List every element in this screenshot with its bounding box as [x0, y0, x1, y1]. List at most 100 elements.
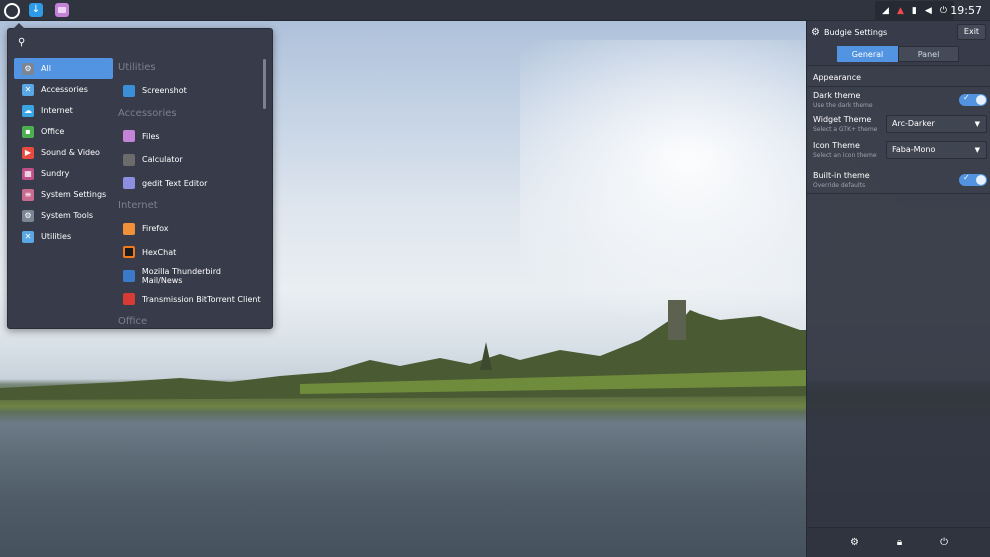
category-label: Utilities	[41, 232, 72, 241]
divider	[807, 86, 990, 87]
application-menu: ⚲ ⚙ All ✕ Accessories ☁ Internet ▪ Offic…	[7, 23, 273, 329]
icon-theme-row: Icon Theme Select an icon theme Faba-Mon…	[813, 141, 987, 159]
section-appearance: Appearance	[813, 73, 862, 82]
app-screenshot[interactable]: Screenshot	[118, 79, 263, 103]
battery-icon[interactable]: ▮	[912, 6, 917, 16]
app-label: HexChat	[142, 247, 177, 257]
system-tray: ◢ ▲ ▮ ◀ ⏻	[875, 1, 954, 20]
power-icon[interactable]: ⏻	[940, 6, 947, 16]
app-hexchat[interactable]: HexChat	[118, 241, 263, 265]
gear-icon[interactable]: ⚙	[850, 537, 859, 548]
gear-icon: ⚙	[22, 62, 34, 75]
mail-icon	[123, 269, 135, 282]
app-label: gedit Text Editor	[142, 178, 208, 188]
menu-button[interactable]	[4, 3, 20, 19]
app-label: Screenshot	[142, 86, 187, 96]
icon-theme-select[interactable]: Faba-Mono ▼	[886, 141, 987, 159]
play-icon: ▶	[22, 146, 34, 159]
text-editor-icon	[123, 177, 135, 190]
firefox-icon	[123, 222, 135, 235]
category-label: Accessories	[41, 85, 88, 94]
group-header-accessories: Accessories	[118, 107, 177, 119]
category-label: All	[41, 64, 51, 73]
search-icon: ⚲	[18, 37, 26, 48]
calculator-icon	[123, 153, 135, 166]
app-thunderbird[interactable]: Mozilla Thunderbird Mail/News	[118, 264, 263, 288]
group-header-office: Office	[118, 316, 148, 327]
app-label: Firefox	[142, 224, 169, 234]
grid-icon: ▦	[22, 167, 34, 180]
accessories-icon: ✕	[22, 83, 34, 96]
icon-theme-value: Faba-Mono	[892, 145, 936, 154]
category-label: Sound & Video	[41, 148, 100, 157]
camera-icon	[123, 84, 135, 97]
files-icon[interactable]	[55, 3, 69, 17]
category-system-tools[interactable]: ⚙ System Tools	[14, 205, 113, 226]
category-list: ⚙ All ✕ Accessories ☁ Internet ▪ Office …	[14, 58, 113, 247]
category-utilities[interactable]: ✕ Utilities	[14, 226, 113, 247]
settings-footer: ⚙ 🔒︎ ⏻	[807, 527, 990, 557]
group-header-internet: Internet	[118, 200, 158, 211]
chevron-down-icon: ▼	[974, 146, 980, 154]
budgie-settings-panel: ⚙ Budgie Settings Exit General Panel App…	[806, 21, 990, 557]
builtin-theme-toggle[interactable]: ✓	[959, 173, 987, 186]
check-icon: ✓	[963, 173, 970, 182]
settings-title-text: Budgie Settings	[823, 28, 888, 37]
widget-theme-value: Arc-Darker	[892, 119, 935, 128]
category-label: Internet	[41, 106, 73, 115]
tools-icon: ⚙	[22, 209, 34, 222]
app-files[interactable]: Files	[118, 125, 263, 149]
category-label: Sundry	[41, 169, 70, 178]
category-accessories[interactable]: ✕ Accessories	[14, 79, 113, 100]
utilities-icon: ✕	[22, 230, 34, 243]
dark-theme-row: Dark theme Use the dark theme ✓	[813, 91, 987, 109]
app-list: Utilities Screenshot Accessories Files C…	[118, 57, 263, 327]
settings-icon: ≡	[22, 188, 34, 201]
category-label: System Settings	[41, 190, 107, 199]
app-firefox[interactable]: Firefox	[118, 217, 263, 241]
app-transmission[interactable]: Transmission BitTorrent Client	[118, 288, 263, 312]
tab-panel[interactable]: Panel	[898, 46, 959, 62]
office-icon: ▪	[22, 125, 34, 138]
widget-theme-row: Widget Theme Select a GTK+ theme Arc-Dar…	[813, 115, 987, 133]
widget-theme-select[interactable]: Arc-Darker ▼	[886, 115, 987, 133]
group-header-utilities: Utilities	[118, 62, 156, 73]
lock-icon[interactable]: 🔒︎	[897, 537, 902, 548]
exit-button[interactable]: Exit	[957, 24, 986, 40]
builtin-theme-row: Built-in theme Override defaults ✓	[813, 171, 987, 189]
download-icon[interactable]: ↓	[29, 3, 43, 17]
category-sound-video[interactable]: ▶ Sound & Video	[14, 142, 113, 163]
category-office[interactable]: ▪ Office	[14, 121, 113, 142]
app-calculator[interactable]: Calculator	[118, 148, 263, 172]
search-input[interactable]: ⚲	[18, 37, 266, 51]
category-sundry[interactable]: ▦ Sundry	[14, 163, 113, 184]
app-label: Transmission BitTorrent Client	[142, 294, 261, 304]
category-internet[interactable]: ☁ Internet	[14, 100, 113, 121]
dark-theme-toggle[interactable]: ✓	[959, 93, 987, 106]
settings-title: ⚙ Budgie Settings	[811, 27, 887, 38]
cloud-icon: ☁	[22, 104, 34, 117]
settings-tabs: General Panel	[837, 46, 959, 62]
divider	[807, 193, 990, 194]
volume-icon[interactable]: ◀	[925, 6, 932, 16]
bell-icon[interactable]: ▲	[897, 6, 904, 16]
hexchat-icon	[123, 246, 135, 259]
gear-icon: ⚙	[811, 27, 820, 38]
app-label: Mozilla Thunderbird Mail/News	[141, 266, 221, 285]
top-panel: ↓ ◢ ▲ ▮ ◀ ⏻ 19:57	[0, 0, 990, 21]
menu-scrollbar[interactable]	[263, 59, 266, 109]
power-icon[interactable]: ⏻	[940, 537, 948, 548]
clock[interactable]: 19:57	[950, 4, 982, 17]
category-all[interactable]: ⚙ All	[14, 58, 113, 79]
app-gedit[interactable]: gedit Text Editor	[118, 172, 263, 196]
torrent-icon	[123, 293, 135, 306]
app-label: Files	[142, 131, 160, 141]
tab-general[interactable]: General	[837, 46, 898, 62]
check-icon: ✓	[963, 93, 970, 102]
chevron-down-icon: ▼	[974, 120, 980, 128]
category-label: System Tools	[41, 211, 94, 220]
network-icon[interactable]: ◢	[882, 6, 889, 16]
category-label: Office	[41, 127, 65, 136]
category-system-settings[interactable]: ≡ System Settings	[14, 184, 113, 205]
folder-icon	[123, 130, 135, 143]
